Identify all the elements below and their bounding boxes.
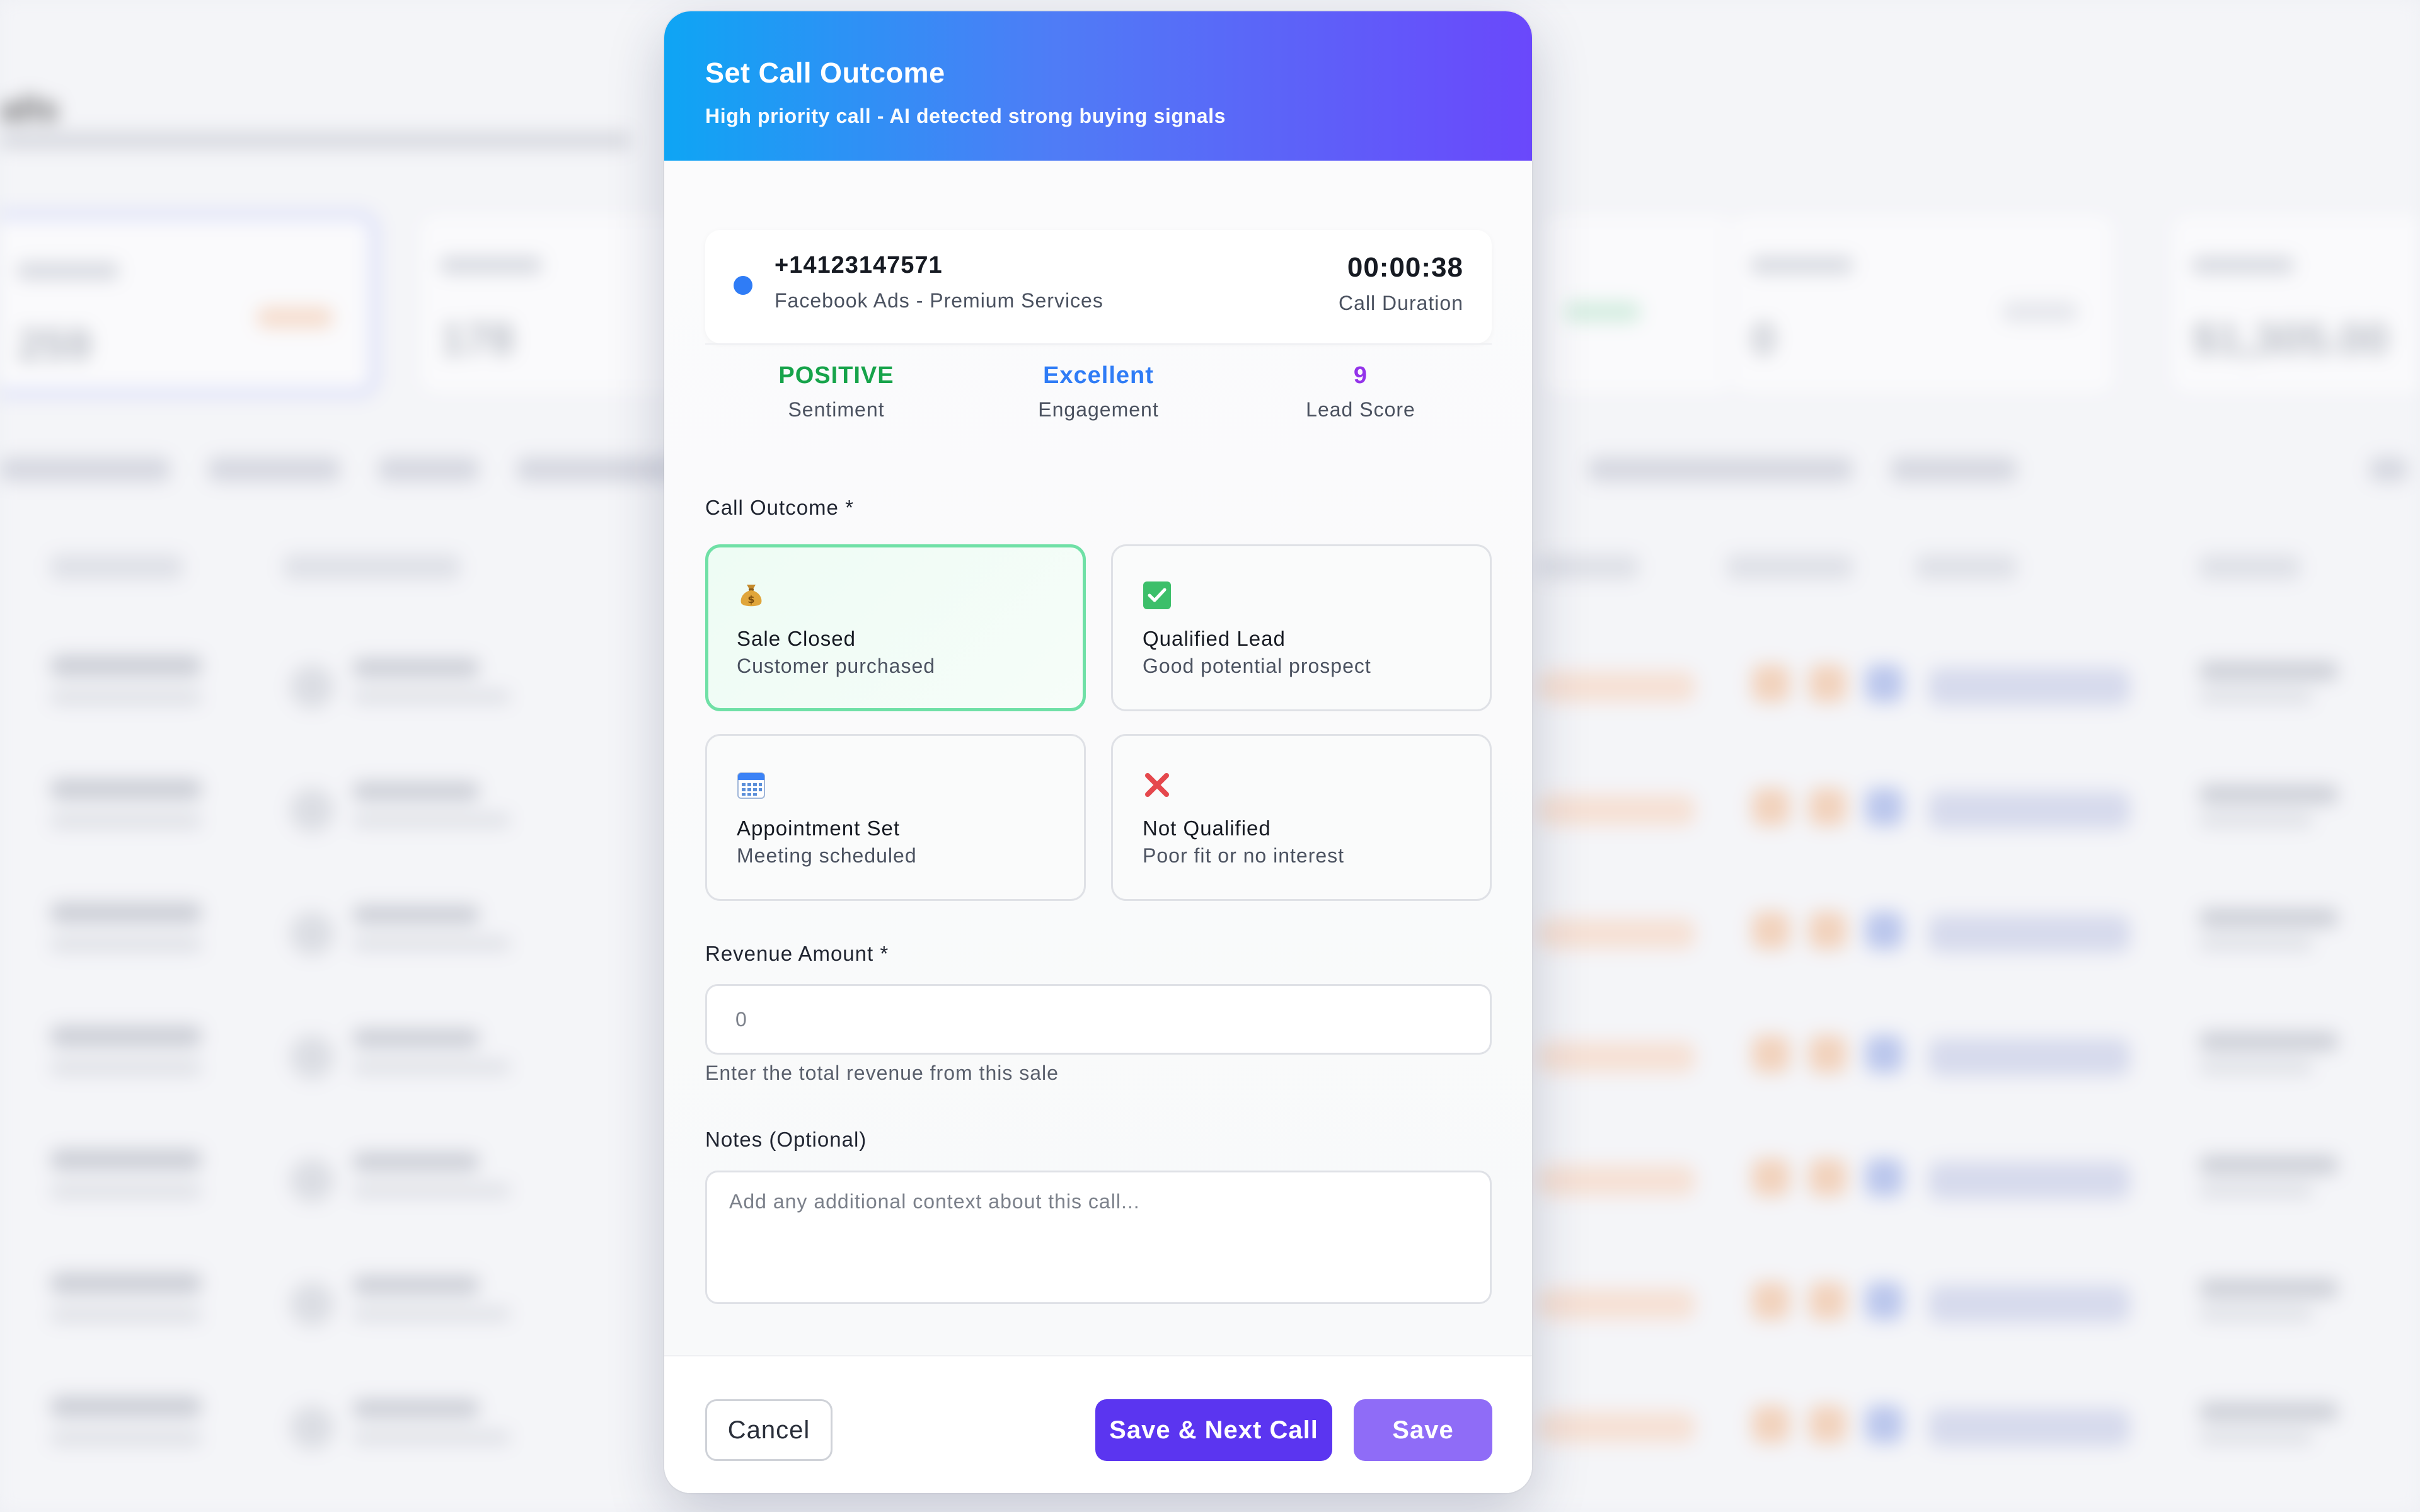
metric-value: Excellent	[1043, 362, 1154, 389]
metric-lead-score: 9 Lead Score	[1230, 362, 1492, 421]
modal-footer: Cancel Save & Next Call Save	[664, 1355, 1532, 1493]
revenue-help-text: Enter the total revenue from this sale	[705, 1062, 1059, 1084]
call-metrics: POSITIVE Sentiment Excellent Engagement …	[705, 362, 1492, 432]
outcome-description: Customer purchased	[737, 655, 936, 677]
set-call-outcome-modal: Set Call Outcome High priority call - AI…	[664, 11, 1532, 1493]
save-and-next-call-button[interactable]: Save & Next Call	[1095, 1399, 1332, 1461]
revenue-amount-input[interactable]	[705, 984, 1492, 1055]
outcome-title: Appointment Set	[737, 816, 900, 840]
metric-engagement: Excellent Engagement	[967, 362, 1230, 421]
money-bag-icon: $	[740, 585, 762, 607]
calendar-icon	[737, 772, 765, 799]
call-source: Facebook Ads - Premium Services	[775, 289, 1103, 312]
call-status-dot	[734, 276, 752, 295]
metric-value: 9	[1353, 362, 1368, 389]
outcome-description: Good potential prospect	[1143, 655, 1371, 677]
metric-label: Engagement	[1038, 398, 1159, 421]
call-outcome-label: Call Outcome *	[705, 496, 854, 519]
metric-label: Lead Score	[1306, 398, 1415, 421]
outcome-title: Qualified Lead	[1143, 627, 1286, 650]
outcome-option-not-qualified[interactable]: Not Qualified Poor fit or no interest	[1111, 734, 1492, 901]
call-summary-card: +14123147571 Facebook Ads - Premium Serv…	[705, 230, 1492, 343]
notes-textarea[interactable]	[705, 1171, 1492, 1304]
metric-label: Sentiment	[788, 398, 885, 421]
outcome-description: Poor fit or no interest	[1143, 844, 1345, 867]
call-duration-label: Call Duration	[1339, 292, 1463, 314]
outcome-title: Not Qualified	[1143, 816, 1271, 840]
save-button[interactable]: Save	[1354, 1399, 1492, 1461]
outcome-option-sale-closed[interactable]: $ Sale Closed Customer purchased	[705, 544, 1086, 711]
caller-phone-number: +14123147571	[775, 252, 943, 278]
outcome-option-qualified-lead[interactable]: Qualified Lead Good potential prospect	[1111, 544, 1492, 711]
modal-title: Set Call Outcome	[705, 57, 945, 89]
outcome-option-appointment-set[interactable]: Appointment Set Meeting scheduled	[705, 734, 1086, 901]
outcome-title: Sale Closed	[737, 627, 856, 650]
cancel-button[interactable]: Cancel	[705, 1399, 833, 1461]
notes-label: Notes (Optional)	[705, 1128, 867, 1151]
revenue-amount-label: Revenue Amount *	[705, 942, 889, 965]
svg-text:$: $	[747, 593, 754, 605]
outcome-description: Meeting scheduled	[737, 844, 917, 867]
metric-value: POSITIVE	[778, 362, 894, 389]
metric-sentiment: POSITIVE Sentiment	[705, 362, 967, 421]
check-mark-icon	[1143, 581, 1171, 609]
modal-header: Set Call Outcome High priority call - AI…	[664, 11, 1532, 161]
call-duration: 00:00:38	[1347, 252, 1463, 283]
cross-mark-icon	[1145, 773, 1169, 797]
divider	[705, 343, 1492, 345]
modal-subtitle: High priority call - AI detected strong …	[705, 105, 1226, 127]
modal-body: +14123147571 Facebook Ads - Premium Serv…	[664, 161, 1532, 1355]
